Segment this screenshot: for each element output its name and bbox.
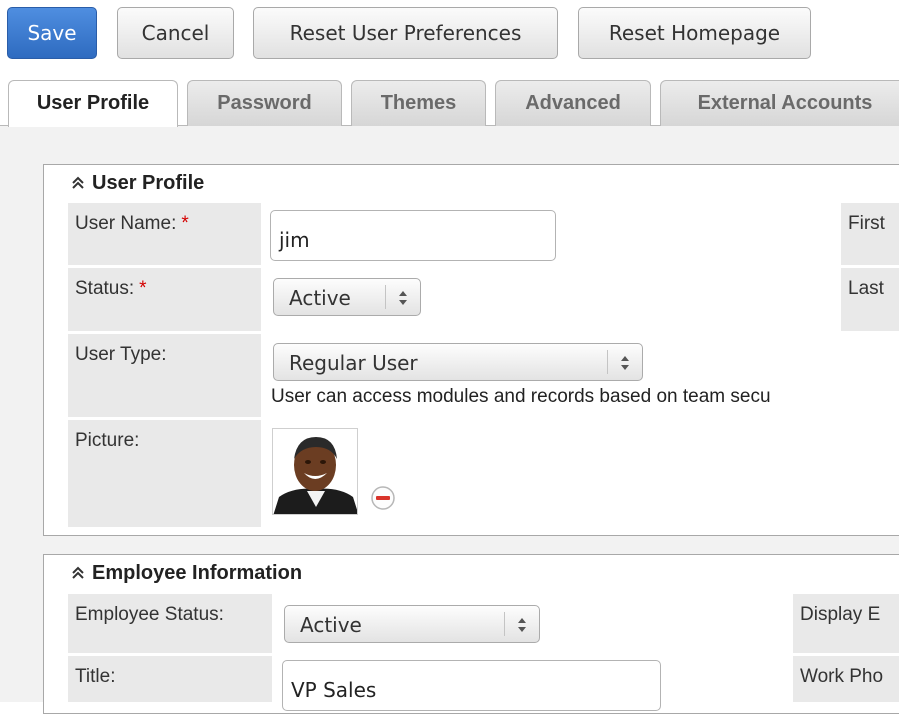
select-divider (607, 350, 608, 374)
employee-information-panel-header[interactable]: Employee Information (70, 559, 302, 587)
required-marker: * (139, 278, 147, 299)
user-profile-panel-title: User Profile (92, 172, 205, 194)
up-down-arrows-icon (399, 291, 407, 305)
tab-bar: User Profile Password Themes Advanced Ex… (0, 80, 899, 127)
picture-label: Picture: (68, 420, 261, 527)
action-toolbar: Save Cancel Reset User Preferences Reset… (0, 0, 899, 70)
user-avatar[interactable] (272, 428, 358, 515)
title-input[interactable]: VP Sales (282, 660, 661, 711)
user-type-select[interactable]: Regular User (273, 343, 643, 381)
up-down-arrows-icon (518, 618, 526, 632)
first-name-label: First (841, 203, 899, 265)
title-label: Title: (68, 656, 272, 702)
employee-status-select-value: Active (300, 613, 362, 637)
status-select-value: Active (289, 286, 351, 310)
minus-circle-icon[interactable] (370, 485, 396, 511)
reset-user-preferences-button[interactable]: Reset User Preferences (253, 7, 558, 59)
tab-user-profile[interactable]: User Profile (8, 80, 178, 127)
employee-information-panel-title: Employee Information (92, 562, 303, 584)
tab-themes[interactable]: Themes (351, 80, 486, 126)
status-select[interactable]: Active (273, 278, 421, 316)
work-phone-label: Work Pho (793, 656, 899, 702)
user-type-select-value: Regular User (289, 351, 418, 375)
user-name-label: User Name: * (68, 203, 261, 265)
user-portrait-image (273, 429, 357, 514)
user-type-help-text: User can access modules and records base… (271, 386, 771, 407)
cancel-button[interactable]: Cancel (117, 7, 234, 59)
tab-advanced[interactable]: Advanced (495, 80, 651, 126)
tab-password[interactable]: Password (187, 80, 342, 126)
required-marker: * (181, 213, 189, 234)
last-name-label: Last (841, 268, 899, 331)
employee-status-label: Employee Status: (68, 594, 272, 653)
save-button[interactable]: Save (7, 7, 97, 59)
tab-external-accounts[interactable]: External Accounts (660, 80, 899, 126)
status-label: Status: * (68, 268, 261, 331)
select-divider (385, 285, 386, 309)
select-divider (504, 612, 505, 636)
display-employee-label: Display E (793, 594, 899, 653)
up-down-arrows-icon (621, 356, 629, 370)
double-chevron-up-icon (72, 176, 84, 189)
reset-homepage-button[interactable]: Reset Homepage (578, 7, 811, 59)
user-name-input[interactable]: jim (270, 210, 556, 261)
user-profile-panel-header[interactable]: User Profile (70, 169, 204, 197)
double-chevron-up-icon (72, 566, 84, 579)
user-type-label: User Type: (68, 334, 261, 417)
employee-status-select[interactable]: Active (284, 605, 540, 643)
